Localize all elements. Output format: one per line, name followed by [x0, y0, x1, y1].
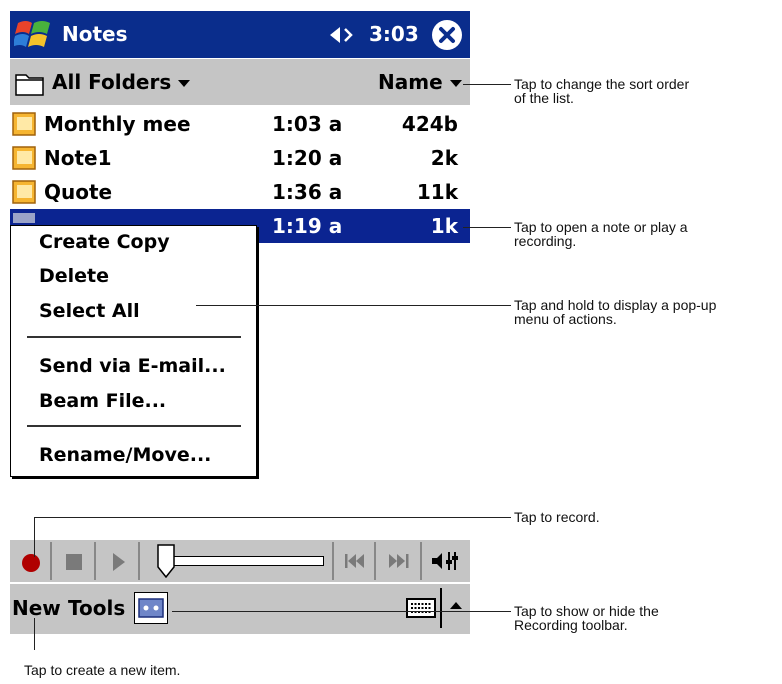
callout-line-sort: [463, 84, 511, 85]
callout-line-record-v: [34, 517, 35, 557]
keyboard-icon: [406, 598, 436, 618]
recording-toolbar: [10, 538, 470, 584]
folder-icon: [14, 69, 46, 97]
menu-divider: [27, 336, 241, 338]
recording-toolbar-toggle[interactable]: [134, 592, 168, 624]
menu-item-beam-file[interactable]: Beam File...: [39, 390, 166, 412]
callout-toggle-toolbar: Tap to show or hide the Recording toolba…: [514, 604, 659, 632]
callout-line-open: [463, 227, 511, 228]
keyboard-button[interactable]: [406, 596, 436, 620]
folder-label: All Folders: [52, 70, 172, 94]
input-panel-arrow[interactable]: [446, 596, 466, 616]
volume-button[interactable]: [424, 542, 468, 580]
list-item[interactable]: Quote 1:36 a 11k: [10, 175, 470, 209]
skip-forward-icon: [389, 554, 409, 568]
cassette-icon: [138, 598, 164, 618]
callout-new-item: Tap to create a new item.: [24, 663, 180, 677]
note-icon: [12, 180, 36, 204]
input-separator: [440, 588, 442, 628]
note-name: Note1: [44, 146, 112, 170]
chevron-down-icon: [178, 80, 190, 87]
chevron-down-icon: [450, 80, 462, 87]
callout-text: of the list.: [514, 90, 574, 106]
clock[interactable]: 3:03: [369, 11, 419, 58]
callout-text: Tap to record.: [514, 509, 600, 525]
record-button[interactable]: [12, 542, 52, 580]
callout-text: Tap to create a new item.: [24, 662, 181, 678]
menu-item-delete[interactable]: Delete: [39, 265, 109, 287]
callout-line-popup: [196, 305, 511, 306]
callout-text: menu of actions.: [514, 311, 617, 327]
skip-forward-button[interactable]: [378, 542, 422, 580]
callout-text: Tap and hold to display a pop-up: [514, 297, 717, 313]
title-bar: Notes 3:03: [10, 11, 470, 58]
note-size: 2k: [430, 146, 458, 170]
list-item[interactable]: Note1 1:20 a 2k: [10, 141, 470, 175]
list-item[interactable]: Monthly mee 1:03 a 424b: [10, 107, 470, 141]
callout-text: Tap to open a note or play a: [514, 219, 688, 235]
callout-line-new: [34, 618, 35, 650]
skip-back-button[interactable]: [336, 542, 376, 580]
callout-line-record-h: [34, 517, 511, 518]
sort-label: Name: [378, 70, 443, 94]
note-time: 1:19 a: [272, 214, 343, 238]
volume-icon[interactable]: [328, 24, 360, 46]
note-size: 424b: [401, 112, 458, 136]
callout-text: Recording toolbar.: [514, 617, 628, 633]
callout-text: Tap to change the sort order: [514, 76, 690, 92]
app-title: Notes: [62, 22, 128, 46]
note-time: 1:36 a: [272, 180, 343, 204]
stop-icon: [66, 554, 82, 570]
position-slider[interactable]: [142, 542, 334, 580]
note-icon: [12, 112, 36, 136]
note-icon: [12, 146, 36, 170]
stop-button[interactable]: [54, 542, 96, 580]
new-button[interactable]: New: [12, 584, 61, 632]
callout-text: Tap to show or hide the: [514, 603, 659, 619]
tools-menu[interactable]: Tools: [68, 584, 125, 632]
note-size: 11k: [416, 180, 458, 204]
skip-back-icon: [345, 554, 364, 568]
play-button[interactable]: [98, 542, 140, 580]
sort-dropdown[interactable]: Name: [378, 59, 468, 105]
note-time: 1:20 a: [272, 146, 343, 170]
play-icon: [113, 553, 125, 571]
command-bar: New Tools: [10, 582, 470, 634]
slider-thumb[interactable]: [156, 544, 178, 578]
callout-popup-menu: Tap and hold to display a pop-up menu of…: [514, 298, 716, 326]
note-name: Quote: [44, 180, 113, 204]
volume-control-icon: [432, 552, 458, 570]
close-icon[interactable]: [432, 20, 462, 50]
start-menu-icon[interactable]: [12, 17, 54, 53]
menu-item-create-copy[interactable]: Create Copy: [39, 231, 170, 253]
note-name: Monthly mee: [44, 112, 191, 136]
callout-record: Tap to record.: [514, 510, 600, 524]
chevron-up-icon: [450, 602, 462, 609]
note-time: 1:03 a: [272, 112, 343, 136]
folder-dropdown[interactable]: All Folders: [52, 59, 202, 105]
menu-divider: [27, 425, 241, 427]
record-icon: [22, 554, 40, 572]
note-size: 1k: [430, 214, 458, 238]
folder-bar: All Folders Name: [10, 59, 470, 105]
callout-text: recording.: [514, 233, 577, 249]
callout-sort-order: Tap to change the sort order of the list…: [514, 77, 689, 105]
menu-item-select-all[interactable]: Select All: [39, 300, 140, 322]
slider-track: [166, 556, 324, 566]
context-menu: Create Copy Delete Select All Send via E…: [10, 225, 257, 477]
callout-open-note: Tap to open a note or play a recording.: [514, 220, 688, 248]
callout-line-toggle: [172, 611, 511, 612]
menu-item-send-email[interactable]: Send via E-mail...: [39, 355, 226, 377]
menu-item-rename-move[interactable]: Rename/Move...: [39, 444, 211, 466]
